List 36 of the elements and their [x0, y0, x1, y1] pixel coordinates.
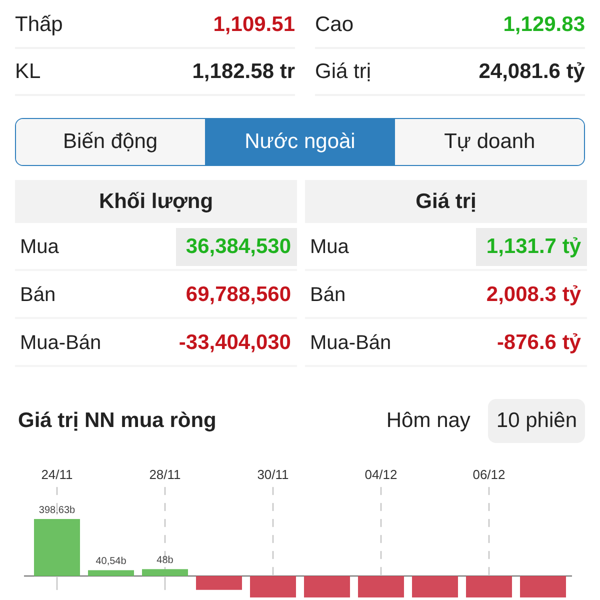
stat-label: KL	[15, 60, 41, 84]
stat-label: Giá trị	[315, 60, 372, 84]
date-label: 30/11	[257, 467, 289, 482]
table-header: Khối lượng	[15, 180, 297, 223]
date-label: 04/12	[364, 467, 398, 482]
value-label: 40,54b	[96, 556, 126, 568]
period-tab[interactable]: Hôm nay	[378, 399, 478, 443]
row-label: Bán	[310, 284, 346, 306]
row-value: 69,788,560	[184, 282, 292, 308]
date-label: 28/11	[149, 467, 181, 482]
row-value: -876.6 tỷ	[496, 330, 582, 356]
stat-label: Cao	[315, 12, 354, 36]
stat-value: 1,109.51	[213, 12, 295, 36]
row-value: 1,131.7 tỷ	[476, 228, 587, 266]
stat-value: 1,129.83	[503, 12, 585, 36]
row-value: -33,404,030	[178, 330, 292, 356]
row-label: Mua	[310, 236, 349, 258]
stat-value: 1,182.58 tr	[192, 60, 295, 84]
value-label: 398,63b	[38, 505, 76, 516]
chart-title: Giá trị NN mua ròng	[18, 409, 216, 433]
period-tab[interactable]: 10 phiên	[488, 399, 585, 443]
tab[interactable]: Nước ngoài	[204, 119, 394, 165]
table-header: Giá trị	[305, 180, 587, 223]
stat-label: Thấp	[15, 12, 63, 36]
tab[interactable]: Tự doanh	[394, 119, 584, 165]
tab[interactable]: Biến động	[16, 119, 205, 165]
value-label: 48b	[156, 555, 174, 566]
row-label: Mua	[20, 236, 59, 258]
row-label: Bán	[20, 284, 56, 306]
date-label: 24/11	[41, 467, 73, 482]
row-value: 36,384,530	[176, 228, 297, 266]
row-value: 2,008.3 tỷ	[485, 282, 582, 308]
row-label: Mua-Bán	[20, 332, 102, 354]
stat-value: 24,081.6 tỷ	[478, 60, 585, 84]
row-label: Mua-Bán	[310, 332, 392, 354]
date-label: 06/12	[472, 467, 506, 482]
